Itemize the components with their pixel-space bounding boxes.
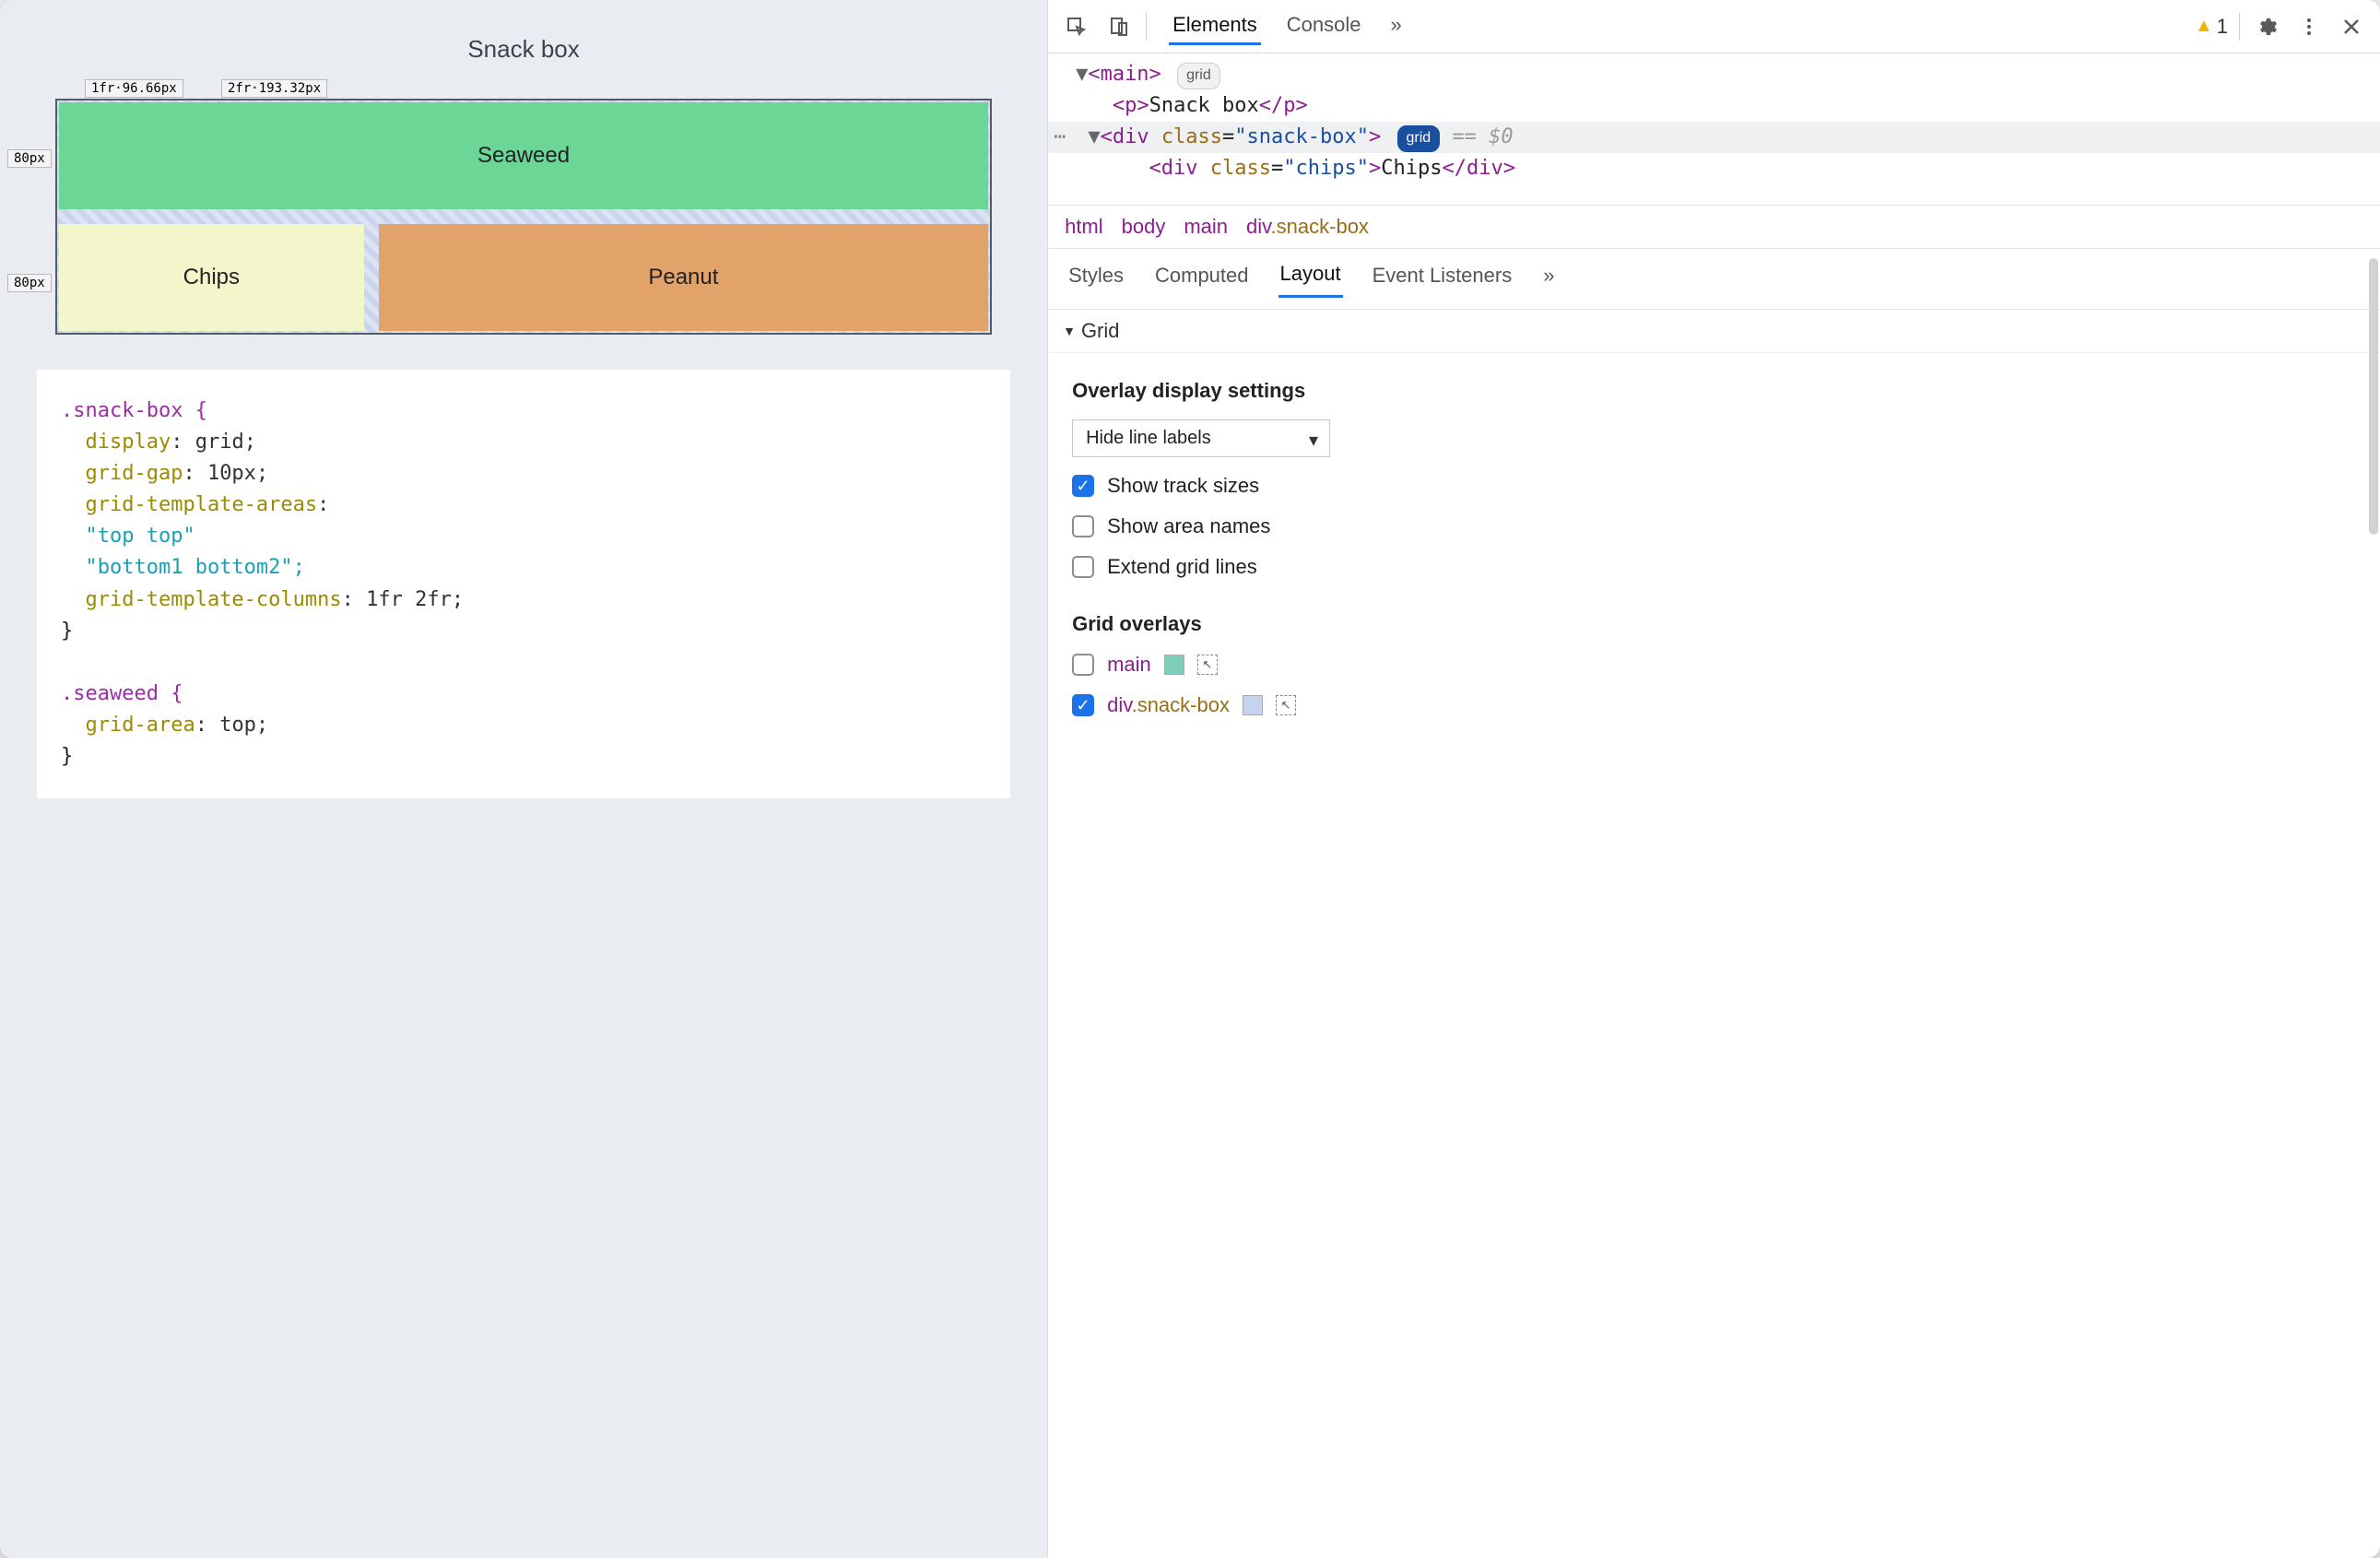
grid-overlays-heading: Grid overlays	[1072, 612, 2356, 636]
overlay-row-snack-box: ✓ div.snack-box ↖	[1072, 693, 2356, 717]
show-area-names-row: Show area names	[1072, 514, 2356, 538]
grid-badge[interactable]: grid	[1177, 63, 1220, 89]
elements-dom-tree[interactable]: ▼<main> grid <p>Snack box</p> ▼<div clas…	[1048, 53, 2380, 205]
line-labels-select[interactable]: Hide line labels	[1072, 419, 1330, 457]
checkbox-show-area-names[interactable]	[1072, 515, 1094, 537]
inspect-element-icon[interactable]	[1061, 11, 1092, 42]
grid-badge-active[interactable]: grid	[1397, 125, 1441, 152]
grid-preview: 1fr·96.66px 2fr·193.32px 80px 80px Seawe…	[55, 99, 992, 335]
breadcrumb-item[interactable]: div.snack-box	[1246, 215, 1369, 239]
snack-box-grid: Seaweed Chips Peanut	[55, 99, 992, 335]
devtools-toolbar: Elements Console » ▲ 1	[1048, 0, 2380, 53]
grid-cell-chips: Chips	[59, 224, 364, 331]
divider	[2239, 13, 2240, 41]
color-swatch[interactable]	[1243, 695, 1263, 715]
devtools-panel: Elements Console » ▲ 1 ▼<main> grid <p	[1047, 0, 2380, 1558]
sidebar-subpanel-tabs: Styles Computed Layout Event Listeners »	[1048, 249, 2380, 310]
subtab-layout[interactable]: Layout	[1278, 260, 1343, 298]
overlay-row-main: main ↖	[1072, 653, 2356, 677]
breadcrumb-item[interactable]: main	[1184, 215, 1228, 239]
divider	[1146, 13, 1147, 41]
checkbox-overlay-main[interactable]	[1072, 654, 1094, 676]
tree-node-chips[interactable]: <div class="chips">Chips</div>	[1076, 153, 2371, 184]
checkbox-overlay-snack-box[interactable]: ✓	[1072, 694, 1094, 716]
subtab-computed[interactable]: Computed	[1153, 262, 1251, 297]
grid-section-header[interactable]: ▼ Grid	[1048, 310, 2380, 353]
grid-cell-peanut: Peanut	[379, 224, 988, 331]
track-size-label: 2fr·193.32px	[221, 79, 327, 98]
track-size-label: 80px	[7, 149, 52, 168]
highlight-element-icon[interactable]: ↖	[1276, 695, 1296, 715]
track-size-label: 80px	[7, 274, 52, 292]
tree-node-p[interactable]: <p>Snack box</p>	[1076, 90, 2371, 122]
warning-icon: ▲	[2195, 16, 2213, 37]
page-preview-pane: Snack box 1fr·96.66px 2fr·193.32px 80px …	[0, 0, 1047, 1558]
scrollbar[interactable]	[2369, 258, 2378, 535]
settings-gear-icon[interactable]	[2251, 11, 2282, 42]
kebab-menu-icon[interactable]	[2293, 11, 2325, 42]
tab-more-overflow[interactable]: »	[1387, 7, 1406, 45]
breadcrumb-item[interactable]: body	[1122, 215, 1166, 239]
subtab-more-overflow[interactable]: »	[1541, 262, 1556, 297]
close-icon[interactable]	[2336, 11, 2367, 42]
main-tabs: Elements Console »	[1169, 7, 1406, 45]
page-title: Snack box	[37, 35, 1010, 64]
checkbox-extend-grid-lines[interactable]	[1072, 556, 1094, 578]
tab-console[interactable]: Console	[1283, 7, 1365, 45]
css-code-block: .snack-box { display: grid; grid-gap: 10…	[37, 370, 1010, 798]
subtab-event-listeners[interactable]: Event Listeners	[1371, 262, 1514, 297]
tab-elements[interactable]: Elements	[1169, 7, 1261, 45]
show-track-sizes-row: ✓ Show track sizes	[1072, 474, 2356, 498]
overlay-display-settings-heading: Overlay display settings	[1072, 379, 2356, 403]
color-swatch[interactable]	[1164, 655, 1184, 675]
checkbox-show-track-sizes[interactable]: ✓	[1072, 475, 1094, 497]
highlight-element-icon[interactable]: ↖	[1197, 655, 1218, 675]
subtab-styles[interactable]: Styles	[1066, 262, 1125, 297]
dom-breadcrumbs: html body main div.snack-box	[1048, 205, 2380, 249]
layout-panel-body: Overlay display settings Hide line label…	[1048, 353, 2380, 745]
tree-node-main[interactable]: ▼<main> grid	[1076, 59, 2371, 90]
track-size-label: 1fr·96.66px	[85, 79, 183, 98]
tree-node-snack-box[interactable]: ▼<div class="snack-box"> grid == $0	[1048, 122, 2380, 153]
breadcrumb-item[interactable]: html	[1065, 215, 1103, 239]
extend-grid-lines-row: Extend grid lines	[1072, 555, 2356, 579]
disclosure-triangle-icon: ▼	[1063, 324, 1076, 338]
device-toggle-icon[interactable]	[1103, 11, 1135, 42]
warnings-badge[interactable]: ▲ 1	[2195, 15, 2228, 39]
grid-cell-seaweed: Seaweed	[59, 102, 988, 209]
devtools-window: Snack box 1fr·96.66px 2fr·193.32px 80px …	[0, 0, 2380, 1558]
